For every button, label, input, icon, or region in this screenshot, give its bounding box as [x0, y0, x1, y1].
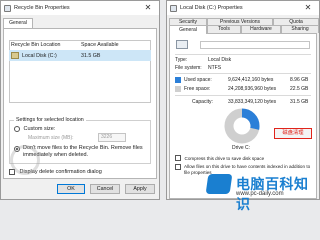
- compress-option[interactable]: Compress this drive to save disk space: [175, 155, 315, 161]
- capacity-bytes: 33,833,349,120 bytes: [228, 99, 277, 105]
- used-space-bytes: 9,624,412,160 bytes: [228, 77, 274, 83]
- window-title: Local Disk (C:) Properties: [180, 5, 243, 11]
- recycle-bin-icon: [4, 4, 11, 12]
- watermark-logo: [205, 172, 237, 198]
- decorative-ring: [10, 145, 40, 175]
- list-item[interactable]: Local Disk (C:) 31.5 GB: [9, 50, 151, 61]
- drive-caption: Drive C:: [232, 145, 251, 151]
- disk-cleanup-button[interactable]: 磁盘清理: [274, 128, 312, 139]
- watermark-url: www.pc-daily.com: [236, 191, 284, 197]
- file-system-value: NTFS: [208, 65, 222, 71]
- compress-label: Compress this drive to save disk space: [184, 155, 265, 161]
- divider: [175, 95, 311, 96]
- drive-name: Local Disk (C:): [22, 52, 57, 59]
- ok-button[interactable]: OK: [57, 184, 85, 194]
- free-space-label: Free space:: [184, 86, 211, 92]
- title-bar: Recycle Bin Properties ✕: [1, 1, 159, 15]
- column-location: Recycle Bin Location: [11, 42, 61, 48]
- custom-size-label: Custom size:: [23, 126, 56, 132]
- drive-icon: [170, 4, 177, 12]
- tab-tools[interactable]: Tools: [207, 25, 241, 33]
- max-size-label: Maximum size (MB):: [28, 135, 74, 141]
- drive-space: 31.5 GB: [81, 52, 101, 59]
- capacity-label: Capacity:: [192, 99, 213, 105]
- disk-usage-donut: [224, 108, 260, 144]
- capacity-gb: 31.5 GB: [290, 99, 309, 105]
- tab-quota[interactable]: Quota: [273, 18, 319, 25]
- tab-hardware[interactable]: Hardware: [241, 25, 281, 33]
- close-button[interactable]: ✕: [137, 1, 159, 15]
- dont-move-label: Don't move files to the Recycle Bin. Rem…: [23, 145, 143, 158]
- window-title: Recycle Bin Properties: [14, 5, 70, 11]
- tab-security[interactable]: Security: [169, 18, 207, 25]
- divider: [175, 54, 311, 55]
- title-bar: Local Disk (C:) Properties ✕: [167, 1, 319, 15]
- tab-general[interactable]: General: [169, 25, 207, 34]
- free-space-bytes: 24,208,936,960 bytes: [228, 86, 277, 92]
- general-panel: Recycle Bin Location Space Available Loc…: [3, 28, 157, 179]
- brand-logo-icon: [205, 174, 233, 194]
- drive-label-input[interactable]: [200, 41, 310, 49]
- file-system-label: File system:: [175, 65, 202, 71]
- custom-size-radio[interactable]: [14, 126, 20, 132]
- apply-button[interactable]: Apply: [125, 184, 155, 194]
- max-size-input[interactable]: 3226: [98, 133, 126, 142]
- used-space-gb: 8.96 GB: [290, 77, 309, 83]
- drive-icon: [176, 40, 188, 49]
- close-button[interactable]: ✕: [297, 1, 319, 15]
- custom-size-option[interactable]: Custom size:: [14, 126, 55, 132]
- divider: [175, 73, 311, 74]
- used-space-swatch: [175, 77, 181, 83]
- drive-icon: [11, 52, 19, 59]
- tab-row-top: Security Previous Versions Quota: [169, 18, 319, 25]
- settings-title: Settings for selected location: [14, 117, 86, 123]
- free-space-gb: 22.5 GB: [290, 86, 309, 92]
- tab-general[interactable]: General: [3, 18, 33, 28]
- compress-checkbox[interactable]: [175, 155, 181, 161]
- recycle-bin-properties-window: Recycle Bin Properties ✕ General Recycle…: [0, 0, 160, 200]
- tab-sharing[interactable]: Sharing: [281, 25, 319, 33]
- list-header: Recycle Bin Location Space Available: [9, 41, 151, 50]
- tab-strip: General: [3, 18, 157, 28]
- index-checkbox[interactable]: [175, 164, 181, 170]
- type-label: Type:: [175, 57, 188, 63]
- tab-previous-versions[interactable]: Previous Versions: [207, 18, 273, 25]
- local-disk-properties-window: Local Disk (C:) Properties ✕ Security Pr…: [166, 0, 320, 200]
- used-space-label: Used space:: [184, 77, 212, 83]
- type-value: Local Disk: [208, 57, 232, 63]
- free-space-swatch: [175, 86, 181, 92]
- column-space: Space Available: [81, 42, 119, 48]
- cancel-button[interactable]: Cancel: [90, 184, 120, 194]
